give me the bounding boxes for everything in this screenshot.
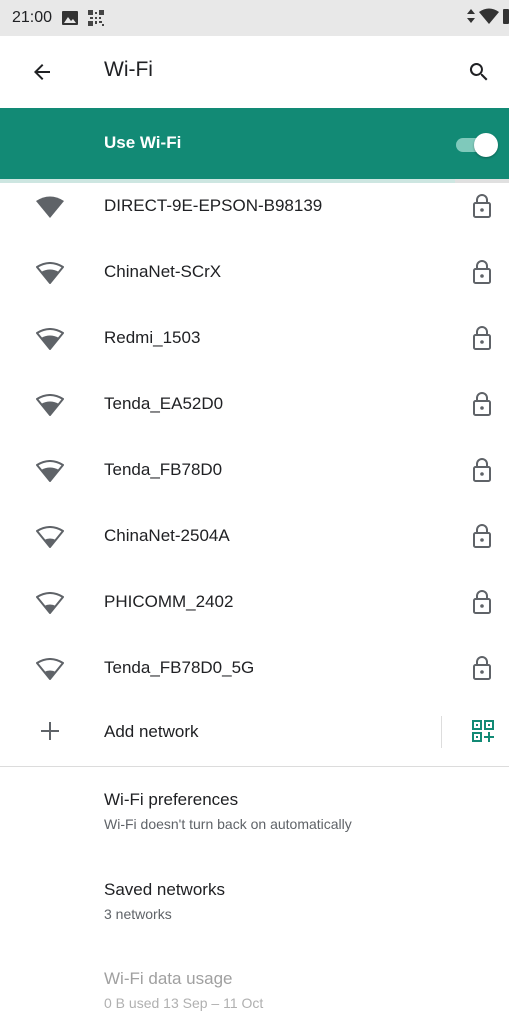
wifi-signal-medium-icon [36,592,64,614]
qr-icon [88,10,105,26]
saved-networks-item[interactable]: Saved networks 3 networks [104,880,494,922]
toggle-thumb [474,133,498,157]
add-network-label: Add network [104,722,199,741]
network-name: Redmi_1503 [104,328,201,347]
lock-icon [471,457,493,483]
network-item[interactable]: DIRECT-9E-EPSON-B98139 [0,177,509,243]
page-title: Wi-Fi [104,58,153,81]
network-item[interactable]: PHICOMM_2402 [0,573,509,639]
wifi-signal-full-icon [36,196,64,218]
network-name: Tenda_FB78D0 [104,460,223,479]
wifi-preferences-item[interactable]: Wi-Fi preferences Wi-Fi doesn't turn bac… [104,790,494,832]
divider [441,716,442,748]
use-wifi-label: Use Wi-Fi [104,133,182,152]
pref-subtitle: 3 networks [104,906,172,922]
network-item[interactable]: ChinaNet-SCrX [0,243,509,309]
wifi-toggle[interactable] [456,133,500,157]
network-item[interactable]: Tenda_FB78D0_5G [0,639,509,705]
wifi-signal-medium-icon [36,526,64,548]
app-bar: Wi-Fi [0,36,509,108]
lock-icon [471,589,493,615]
network-name: ChinaNet-SCrX [104,262,222,281]
use-wifi-bar[interactable]: Use Wi-Fi [0,108,509,180]
lock-icon [471,391,493,417]
status-time: 21:00 [12,9,53,26]
wifi-signal-high-icon [36,460,64,482]
wifi-signal-medium-icon [36,658,64,680]
lock-icon [471,655,493,681]
lock-icon [471,193,493,219]
search-icon[interactable] [467,60,491,84]
qr-scan-icon[interactable] [472,720,494,742]
plus-icon [40,721,60,741]
network-item[interactable]: Redmi_1503 [0,309,509,375]
lock-icon [471,259,493,285]
network-item[interactable]: Tenda_FB78D0 [0,441,509,507]
network-item[interactable]: ChinaNet-2504A [0,507,509,573]
network-name: Tenda_FB78D0_5G [104,658,255,677]
network-name: DIRECT-9E-EPSON-B98139 [104,196,323,215]
lock-icon [471,523,493,549]
network-item[interactable]: Tenda_EA52D0 [0,375,509,441]
wifi-icon [479,8,499,29]
status-bar: 21:00 [0,0,509,36]
network-name: ChinaNet-2504A [104,526,230,545]
lock-icon [471,325,493,351]
network-name: Tenda_EA52D0 [104,394,224,413]
image-icon [62,11,79,25]
pref-subtitle: 0 B used 13 Sep – 11 Oct [104,995,264,1011]
add-network-row[interactable]: Add network [0,700,509,766]
wifi-signal-high-icon [36,328,64,350]
pref-title: Wi-Fi data usage [104,969,233,988]
pref-title: Wi-Fi preferences [104,790,239,809]
signal-arrows-icon [467,8,475,28]
wifi-signal-high-icon [36,394,64,416]
battery-icon [503,8,509,29]
network-name: PHICOMM_2402 [104,592,234,611]
pref-subtitle: Wi-Fi doesn't turn back on automatically [104,816,352,832]
wifi-signal-high-icon [36,262,64,284]
wifi-data-usage-item: Wi-Fi data usage 0 B used 13 Sep – 11 Oc… [104,969,494,1011]
arrow-back-icon[interactable] [30,60,54,84]
pref-title: Saved networks [104,880,225,899]
section-divider [0,766,509,767]
